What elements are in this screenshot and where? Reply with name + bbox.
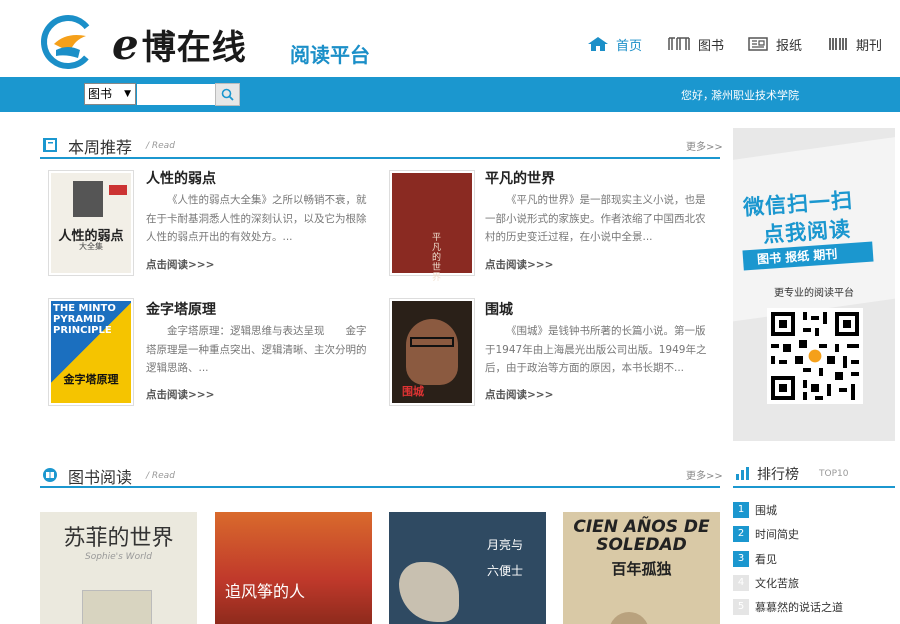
nav-journals[interactable]: 期刊 (828, 34, 882, 54)
ranking-item[interactable]: 5 慕慕然的说话之道 (733, 598, 893, 615)
nav-papers[interactable]: 报纸 (748, 34, 802, 54)
rank-label: 时间简史 (755, 527, 799, 541)
logo-icon (41, 15, 95, 69)
school-name: 滁州职业技术学院 (711, 89, 799, 102)
book-title[interactable]: 金字塔原理 (146, 299, 216, 319)
ranking-item[interactable]: 2 时间简史 (733, 525, 893, 542)
rank-label: 围城 (755, 503, 777, 517)
reading-section-icon (43, 468, 57, 482)
nav-label: 图书 (698, 38, 725, 54)
nav-label: 报纸 (776, 38, 803, 54)
book-cover[interactable]: 平凡的世界 (389, 170, 475, 283)
read-link[interactable]: 点击阅读>>> (146, 257, 214, 272)
home-icon (588, 37, 608, 51)
book-description: 《平凡的世界》是一部现实主义小说，也是一部小说形式的家族史。作者浓缩了中国西北农… (485, 194, 706, 243)
book-cover[interactable]: 苏菲的世界 Sophie's World (40, 512, 197, 624)
rank-label: 看见 (755, 552, 777, 566)
nav-label: 期刊 (856, 38, 883, 54)
rank-number: 3 (733, 550, 749, 567)
book-cover[interactable]: CIEN AÑOS DE SOLEDAD 百年孤独 (563, 512, 720, 624)
book-cover[interactable]: 人性的弱点 大全集 (48, 170, 134, 276)
brand-logo-text: e博在线 (112, 20, 247, 69)
book-title[interactable]: 围城 (485, 299, 513, 319)
newspaper-icon (748, 37, 768, 51)
section-title: 本周推荐 (68, 138, 133, 157)
rank-label: 慕慕然的说话之道 (755, 600, 843, 614)
more-link[interactable]: 更多>> (686, 138, 723, 153)
read-link[interactable]: 点击阅读>>> (485, 387, 553, 402)
ranking-item[interactable]: 4 文化苦旅 (733, 574, 893, 591)
more-link[interactable]: 更多>> (686, 467, 723, 482)
section-divider (40, 157, 720, 159)
book-icon (668, 37, 690, 50)
read-link[interactable]: 点击阅读>>> (485, 257, 553, 272)
qr-code-icon (767, 308, 863, 404)
ranking-title: 排行榜 (757, 467, 799, 483)
book-cover[interactable]: 追风筝的人 (215, 512, 372, 624)
dropdown-arrow-icon: ▼ (124, 89, 131, 99)
ranking-divider (733, 486, 895, 488)
rank-number: 4 (733, 574, 749, 591)
nav-label: 首页 (616, 38, 643, 54)
search-input[interactable] (137, 84, 215, 105)
category-select[interactable]: 图书 ▼ (84, 83, 136, 105)
book-cover[interactable]: 围城 (389, 298, 475, 406)
search-button[interactable] (215, 83, 240, 106)
book-cover[interactable]: THE MINTO PYRAMID PRINCIPLE 金字塔原理 (48, 298, 134, 406)
book-title[interactable]: 人性的弱点 (146, 168, 216, 188)
rank-number: 1 (733, 501, 749, 518)
book-title[interactable]: 平凡的世界 (485, 168, 555, 188)
greeting-text: 您好， (681, 89, 714, 102)
search-icon (221, 88, 234, 101)
book-section-icon (43, 138, 57, 152)
ranking-item[interactable]: 3 看见 (733, 550, 893, 567)
wechat-qr-banner[interactable]: 微信扫一扫 点我阅读 图书 报纸 期刊 更专业的阅读平台 (733, 128, 895, 441)
rank-label: 文化苦旅 (755, 576, 799, 590)
rank-number: 5 (733, 598, 749, 615)
section-title: 图书阅读 (68, 468, 133, 487)
ranking-subtitle: TOP10 (819, 469, 849, 479)
section-subtitle: / Read (146, 141, 175, 151)
section-subtitle: / Read (146, 471, 175, 481)
ranking-item[interactable]: 1 围城 (733, 501, 893, 518)
platform-subtitle: 阅读平台 (290, 43, 370, 67)
book-description: 《人性的弱点大全集》之所以畅销不衰，就在于卡耐基洞悉人性的深刻认识，以及它为根除… (146, 194, 367, 243)
nav-home[interactable]: 首页 (588, 34, 642, 54)
nav-books[interactable]: 图书 (668, 34, 724, 54)
chart-icon (736, 467, 749, 480)
book-description: 金字塔原理：逻辑思维与表达呈现 金字塔原理是一种重点突出、逻辑清晰、主次分明的逻… (146, 325, 367, 374)
read-link[interactable]: 点击阅读>>> (146, 387, 214, 402)
book-cover[interactable]: 月亮与六便士 (389, 512, 546, 624)
journal-icon (829, 38, 847, 50)
section-divider (40, 486, 720, 488)
book-description: 《围城》是钱钟书所著的长篇小说。第一版于1947年由上海晨光出版公司出版。194… (485, 325, 707, 374)
rank-number: 2 (733, 525, 749, 542)
